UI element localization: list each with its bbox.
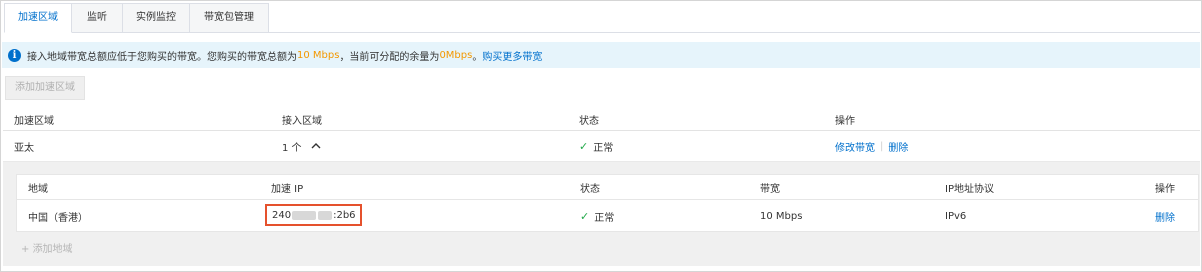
buy-more-bandwidth-link[interactable]: 购买更多带宽 bbox=[482, 48, 542, 63]
access-area-count[interactable]: 1 个 bbox=[282, 131, 322, 161]
acceleration-ip-highlight: 240 :2b6 bbox=[265, 204, 362, 226]
expanded-access-panel: 地域 加速 IP 状态 带宽 IP地址协议 操作 中国（香港） 240 :2b6… bbox=[3, 162, 1200, 266]
add-acceleration-region-button[interactable]: 添加加速区域 bbox=[5, 76, 85, 100]
col-header-area: 地域 bbox=[28, 183, 48, 195]
col-header-acceleration-ip: 加速 IP bbox=[271, 183, 304, 195]
redacted-ip-segment bbox=[318, 210, 333, 220]
tab-instance-monitoring[interactable]: 实例监控 bbox=[123, 3, 190, 33]
tab-bandwidth-package[interactable]: 带宽包管理 bbox=[190, 3, 269, 33]
region-name: 亚太 bbox=[14, 142, 34, 154]
notice-text-1: 接入地域带宽总额应低于您购买的带宽。您购买的带宽总额为 bbox=[27, 51, 297, 63]
col-header-actions: 操作 bbox=[1155, 183, 1175, 195]
ip-suffix: :2b6 bbox=[333, 209, 356, 221]
bandwidth-notice: i 接入地域带宽总额应低于您购买的带宽。您购买的带宽总额为 10 Mbps ，当… bbox=[2, 42, 1200, 68]
status-cell: ✓ 正常 bbox=[579, 131, 613, 161]
table-row: 中国（香港） 240 :2b6 ✓ 正常 10 Mbps IPv6 删除 bbox=[17, 200, 1198, 232]
access-count-text: 1 个 bbox=[282, 142, 302, 154]
table-row: 亚太 1 个 ✓ 正常 修改带宽 | 删除 bbox=[3, 131, 1200, 162]
tab-listener[interactable]: 监听 bbox=[72, 3, 123, 33]
tab-bar: 加速区域 监听 实例监控 带宽包管理 bbox=[4, 3, 1200, 33]
redacted-ip-segment bbox=[292, 210, 317, 220]
remaining-bandwidth-value: 0Mbps bbox=[439, 49, 473, 61]
notice-text-2: ，当前可分配的余量为 bbox=[339, 51, 440, 63]
col-header-ip-protocol: IP地址协议 bbox=[945, 183, 994, 195]
col-header-actions: 操作 bbox=[835, 115, 855, 127]
status-text: 正常 bbox=[593, 142, 614, 154]
ip-protocol-value: IPv6 bbox=[945, 210, 967, 222]
add-area-button[interactable]: + 添加地域 bbox=[21, 240, 73, 255]
info-circle-icon: i bbox=[8, 48, 21, 62]
actions-cell: 修改带宽 | 删除 bbox=[835, 131, 908, 161]
access-table-header: 地域 加速 IP 状态 带宽 IP地址协议 操作 bbox=[17, 175, 1198, 200]
check-icon: ✓ bbox=[579, 139, 589, 153]
col-header-region: 加速区域 bbox=[14, 115, 54, 127]
add-area-label: 添加地域 bbox=[32, 244, 73, 255]
col-header-access-area: 接入区域 bbox=[282, 115, 322, 127]
col-header-bandwidth: 带宽 bbox=[760, 183, 780, 195]
access-area-table: 地域 加速 IP 状态 带宽 IP地址协议 操作 中国（香港） 240 :2b6… bbox=[16, 174, 1199, 232]
modify-bandwidth-link[interactable]: 修改带宽 bbox=[835, 139, 875, 154]
plus-icon: + bbox=[21, 244, 33, 255]
area-name: 中国（香港） bbox=[28, 212, 88, 224]
bandwidth-value: 10 Mbps bbox=[760, 210, 803, 222]
delete-area-link[interactable]: 删除 bbox=[1155, 200, 1175, 232]
purchased-bandwidth-value: 10 Mbps bbox=[297, 49, 340, 61]
notice-text-3: 。 bbox=[472, 51, 483, 63]
region-table-header: 加速区域 接入区域 状态 操作 bbox=[3, 108, 1200, 131]
tab-acceleration-region[interactable]: 加速区域 bbox=[4, 3, 72, 33]
status-cell: ✓ 正常 bbox=[580, 200, 614, 232]
action-divider: | bbox=[880, 140, 884, 152]
col-header-status: 状态 bbox=[579, 115, 599, 127]
chevron-up-icon[interactable] bbox=[310, 141, 322, 151]
ip-prefix: 240 bbox=[272, 209, 292, 221]
col-header-status: 状态 bbox=[580, 183, 600, 195]
delete-region-link[interactable]: 删除 bbox=[888, 139, 908, 154]
status-text: 正常 bbox=[594, 212, 615, 224]
check-icon: ✓ bbox=[580, 209, 590, 223]
